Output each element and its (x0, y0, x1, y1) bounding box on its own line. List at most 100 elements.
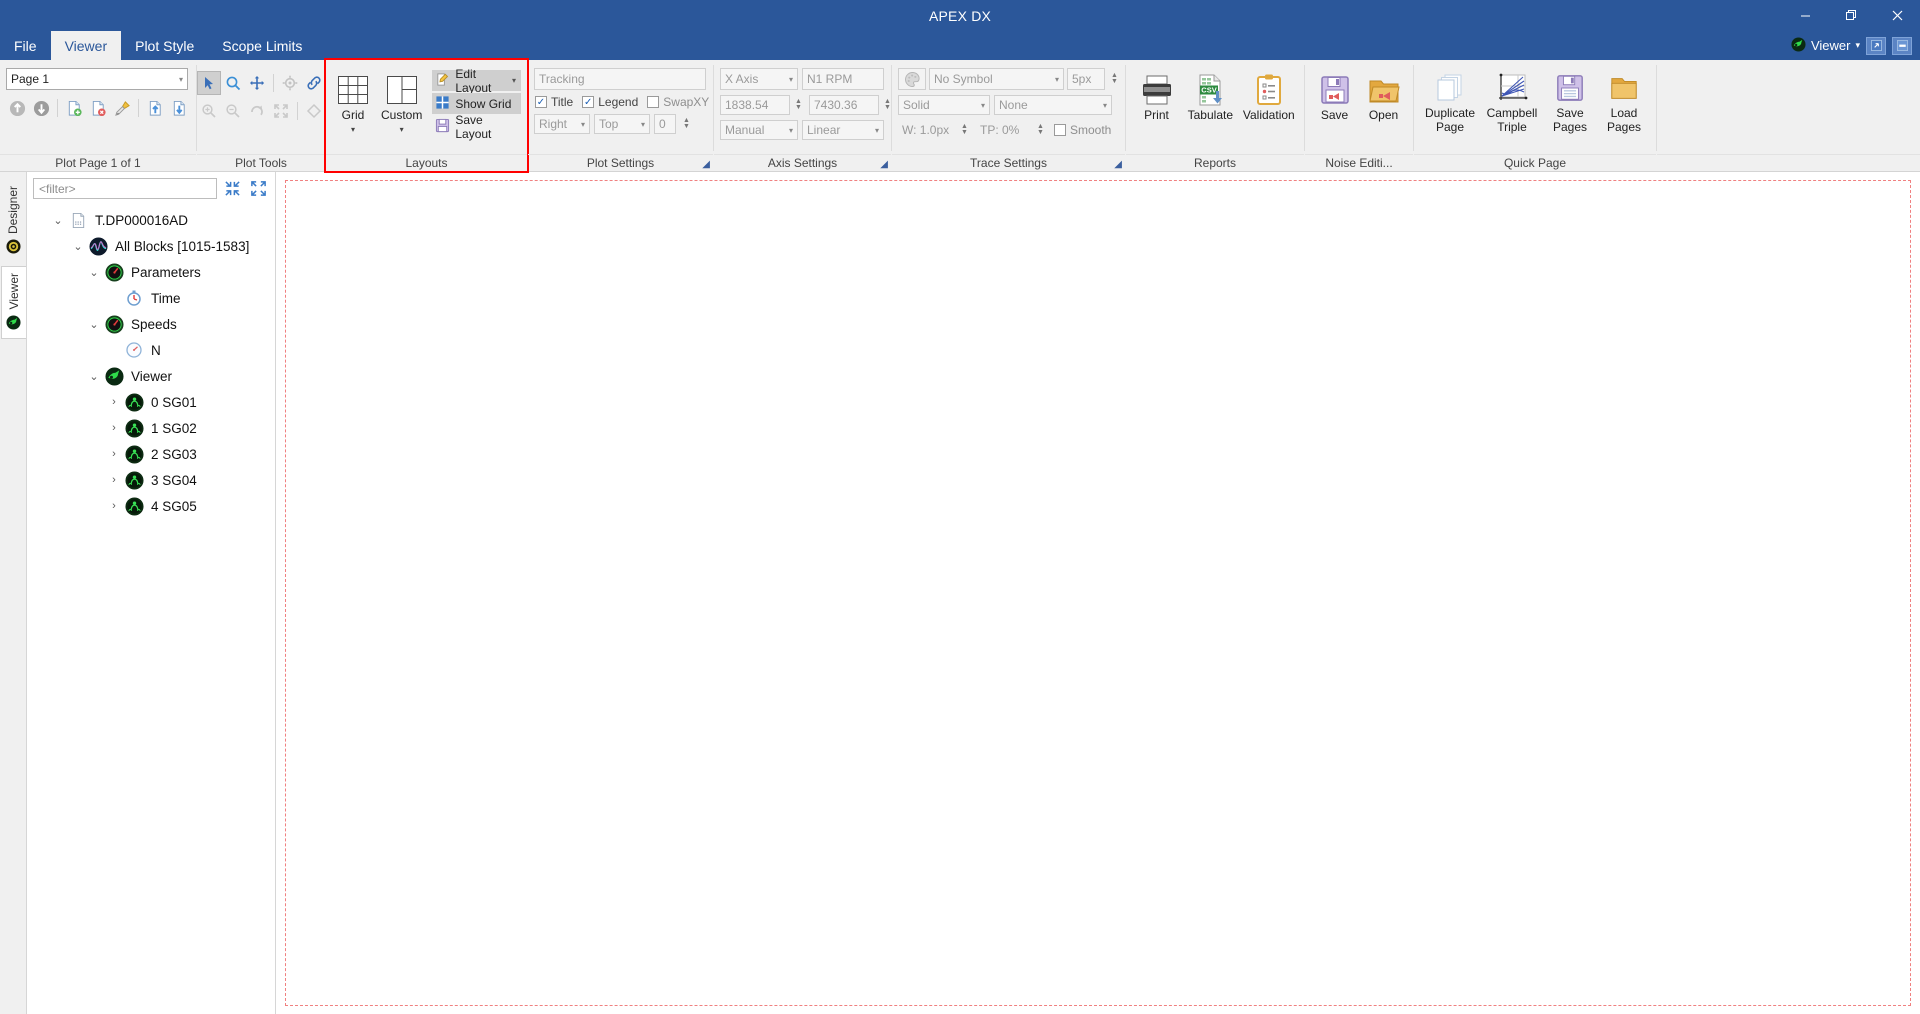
noise-open-button[interactable]: Open (1360, 68, 1407, 126)
smooth-checkbox[interactable]: Smooth (1054, 123, 1111, 137)
chevron-down-icon[interactable]: ⌄ (49, 214, 67, 227)
plot-settings-dialog-launcher[interactable]: ◢ (702, 159, 710, 170)
delete-page-button[interactable] (87, 97, 109, 119)
tree-item-viewer[interactable]: ⌄ Viewer (27, 363, 275, 389)
chevron-down-icon[interactable]: ▾ (351, 125, 355, 134)
trace-transparency-input[interactable]: TP: 0% (976, 120, 1032, 140)
collapse-all-button[interactable] (221, 178, 243, 199)
trace-symbol-combo[interactable]: No Symbol ▾ (929, 68, 1064, 90)
export-page-button[interactable] (168, 97, 190, 119)
legend-vertical-combo[interactable]: Top ▾ (594, 114, 650, 134)
select-tool-button[interactable] (196, 71, 221, 95)
tab-file[interactable]: File (0, 31, 51, 60)
save-pages-button[interactable]: Save Pages (1544, 66, 1596, 138)
print-button[interactable]: Print (1132, 68, 1181, 126)
legend-checkbox[interactable]: Legend (582, 95, 638, 109)
axis-settings-dialog-launcher[interactable]: ◢ (880, 159, 888, 170)
plot-canvas[interactable] (285, 180, 1911, 1006)
axis-select-combo[interactable]: X Axis ▾ (720, 68, 798, 90)
minimize-ribbon-icon[interactable] (1892, 36, 1912, 55)
axis-max-input[interactable]: 7430.36 (809, 95, 879, 115)
trace-transparency-spinner[interactable]: ▲ ▼ (1035, 123, 1046, 137)
title-checkbox[interactable]: Title (535, 95, 573, 109)
tree-item-sg03[interactable]: › 2 SG03 (27, 441, 275, 467)
ribbon-group-noise-editing: Save Open Noise Editi... (1305, 60, 1413, 171)
chevron-down-icon[interactable]: ⌄ (69, 240, 87, 253)
plot-area[interactable] (276, 172, 1920, 1014)
edit-layout-button[interactable]: Edit Layout ▾ (432, 67, 521, 95)
move-page-up-button[interactable] (6, 97, 28, 119)
chevron-down-icon[interactable]: ⌄ (85, 370, 103, 383)
tree-item-sg05[interactable]: › 4 SG05 (27, 493, 275, 519)
close-button[interactable] (1874, 0, 1920, 31)
legend-offset-spinner[interactable]: ▲ ▼ (681, 117, 692, 131)
campbell-triple-button[interactable]: Campbell Triple (1482, 66, 1542, 138)
axis-min-spinner[interactable]: ▲ ▼ (793, 98, 804, 112)
tree-filter-input[interactable]: <filter> (33, 178, 217, 199)
link-tool-button[interactable] (303, 72, 325, 94)
tree-item-sg02[interactable]: › 1 SG02 (27, 415, 275, 441)
pan-tool-button[interactable] (246, 72, 268, 94)
trace-width-input[interactable]: W: 1.0px (898, 120, 956, 140)
tab-viewer[interactable]: Viewer (50, 31, 122, 60)
page-select-combo[interactable]: Page 1 ▾ (6, 68, 188, 90)
zoom-tool-button[interactable] (222, 72, 244, 94)
tabulate-button[interactable]: CSV Tabulate (1183, 68, 1238, 126)
maximize-restore-button[interactable] (1828, 0, 1874, 31)
tab-plot-style[interactable]: Plot Style (121, 31, 208, 60)
axis-scale-type-combo[interactable]: Linear ▾ (802, 120, 884, 140)
chevron-down-icon[interactable]: ▾ (400, 125, 404, 134)
duplicate-page-button[interactable]: Duplicate Page (1420, 66, 1480, 138)
chevron-down-icon[interactable]: ▾ (1855, 40, 1860, 51)
tree-item-time[interactable]: Time (27, 285, 275, 311)
show-grid-button[interactable]: Show Grid (432, 93, 521, 114)
legend-horizontal-combo[interactable]: Right ▾ (534, 114, 590, 134)
chevron-right-icon[interactable]: › (105, 500, 123, 512)
trace-settings-dialog-launcher[interactable]: ◢ (1114, 159, 1122, 170)
swapxy-checkbox[interactable]: SwapXY (647, 95, 709, 109)
trace-symbol-size-input[interactable]: 5px (1067, 68, 1105, 90)
validation-button[interactable]: Validation (1240, 68, 1298, 126)
plot-title-input[interactable]: Tracking (534, 68, 706, 90)
load-pages-button[interactable]: Load Pages (1598, 66, 1650, 138)
chevron-right-icon[interactable]: › (105, 422, 123, 434)
legend-offset-input[interactable]: 0 (654, 114, 676, 134)
vtab-viewer[interactable]: Viewer (0, 266, 26, 339)
new-page-button[interactable] (63, 97, 85, 119)
custom-layout-button[interactable]: Custom ▾ (378, 68, 425, 137)
noise-save-button[interactable]: Save (1311, 68, 1358, 126)
tree-item-all-blocks[interactable]: ⌄ All Blocks [1015-1583] (27, 233, 275, 259)
save-layout-button[interactable]: Save Layout (432, 113, 521, 141)
tree-item-parameters[interactable]: ⌄ Parameters (27, 259, 275, 285)
tree-item-speeds[interactable]: ⌄ Speeds (27, 311, 275, 337)
trace-color-button[interactable] (898, 68, 926, 90)
move-page-down-button[interactable] (30, 97, 52, 119)
floppy-disk-icon (1555, 69, 1585, 107)
expand-all-button[interactable] (247, 178, 269, 199)
chevron-right-icon[interactable]: › (105, 448, 123, 460)
chevron-right-icon[interactable]: › (105, 396, 123, 408)
minimize-button[interactable] (1782, 0, 1828, 31)
tree-item-sg01[interactable]: › 0 SG01 (27, 389, 275, 415)
trace-line-pattern-combo[interactable]: None ▾ (994, 95, 1112, 115)
tree-item-datafile[interactable]: ⌄ T.DP000016AD (27, 207, 275, 233)
import-page-button[interactable] (144, 97, 166, 119)
chevron-down-icon[interactable]: ▾ (512, 76, 516, 85)
vtab-designer[interactable]: Designer (1, 180, 26, 262)
chevron-right-icon[interactable]: › (105, 474, 123, 486)
axis-name-input[interactable]: N1 RPM (802, 68, 884, 90)
viewer-mode-chip[interactable]: Viewer ▾ (1791, 36, 1860, 55)
tree-item-sg04[interactable]: › 3 SG04 (27, 467, 275, 493)
trace-line-style-combo[interactable]: Solid ▾ (898, 95, 990, 115)
axis-min-input[interactable]: 1838.54 (720, 95, 790, 115)
clear-page-button[interactable] (111, 97, 133, 119)
restore-window-icon[interactable] (1866, 36, 1886, 55)
trace-width-spinner[interactable]: ▲ ▼ (959, 123, 970, 137)
tab-scope-limits[interactable]: Scope Limits (208, 31, 316, 60)
tree-item-n[interactable]: N (27, 337, 275, 363)
chevron-down-icon[interactable]: ⌄ (85, 318, 103, 331)
axis-scale-mode-combo[interactable]: Manual ▾ (720, 120, 798, 140)
trace-symbol-size-spinner[interactable]: ▲ ▼ (1109, 72, 1120, 86)
chevron-down-icon[interactable]: ⌄ (85, 266, 103, 279)
grid-layout-button[interactable]: Grid ▾ (332, 68, 374, 137)
